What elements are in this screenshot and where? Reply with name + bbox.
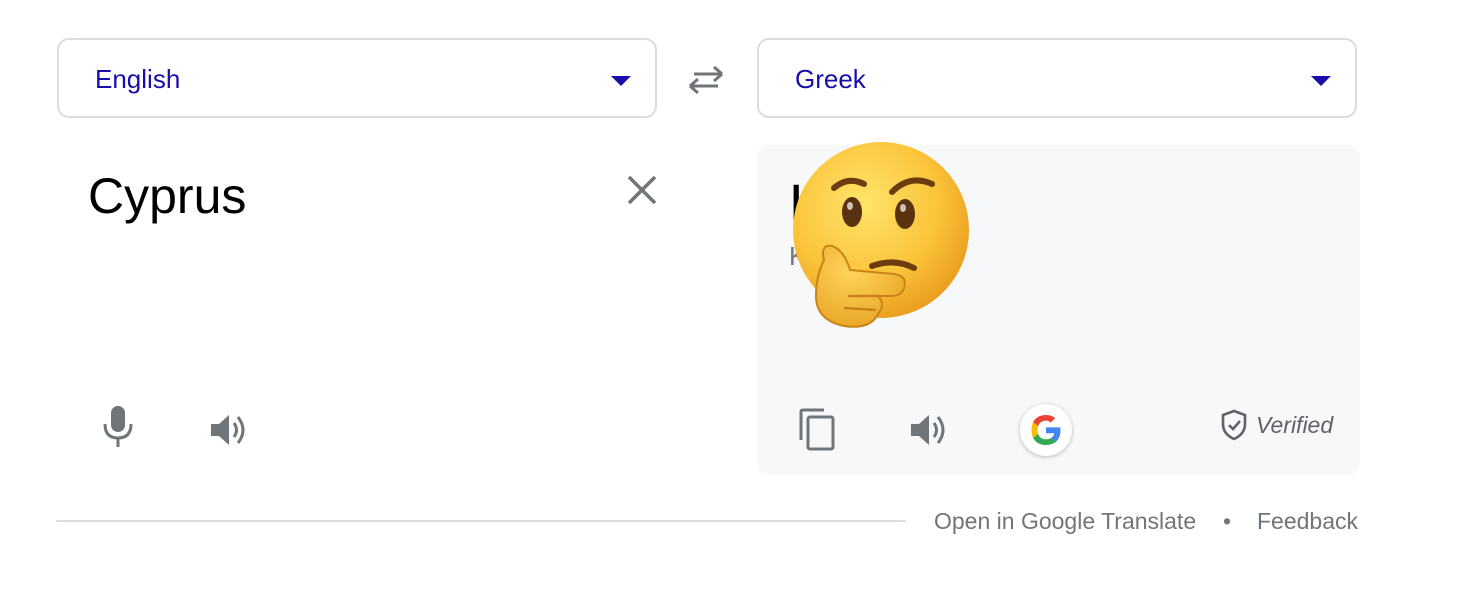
microphone-icon: [103, 406, 133, 447]
copy-icon: [799, 408, 835, 451]
verified-label: Verified: [1256, 411, 1334, 438]
feedback-link[interactable]: Feedback: [1257, 508, 1358, 535]
thinking-face-emoji: [786, 140, 976, 334]
chevron-down-icon: [1311, 76, 1331, 86]
listen-source-button[interactable]: [208, 410, 252, 450]
source-language-label: English: [95, 64, 181, 94]
chevron-down-icon: [611, 76, 631, 86]
voice-input-button[interactable]: [100, 404, 136, 450]
target-language-select[interactable]: Greek: [757, 38, 1357, 118]
open-in-google-translate-link[interactable]: Open in Google Translate: [934, 508, 1196, 535]
footer-separator: •: [1223, 508, 1232, 534]
google-translate-badge[interactable]: [1020, 404, 1072, 456]
close-icon: [627, 175, 657, 205]
swap-languages-button[interactable]: [684, 60, 728, 100]
target-language-label: Greek: [795, 64, 866, 94]
clear-text-button[interactable]: [620, 168, 664, 212]
source-language-select[interactable]: English: [57, 38, 657, 118]
source-text-input[interactable]: Cyprus: [88, 166, 246, 226]
google-g-icon: [1031, 415, 1061, 445]
footer-divider: [56, 520, 906, 522]
speaker-icon: [911, 415, 945, 445]
copy-translation-button[interactable]: [798, 408, 838, 452]
speaker-icon: [211, 415, 245, 445]
listen-translation-button[interactable]: [908, 410, 952, 450]
swap-arrows-icon: [689, 65, 723, 95]
verified-badge: Verified: [1220, 408, 1333, 442]
shield-check-icon: [1221, 409, 1247, 441]
